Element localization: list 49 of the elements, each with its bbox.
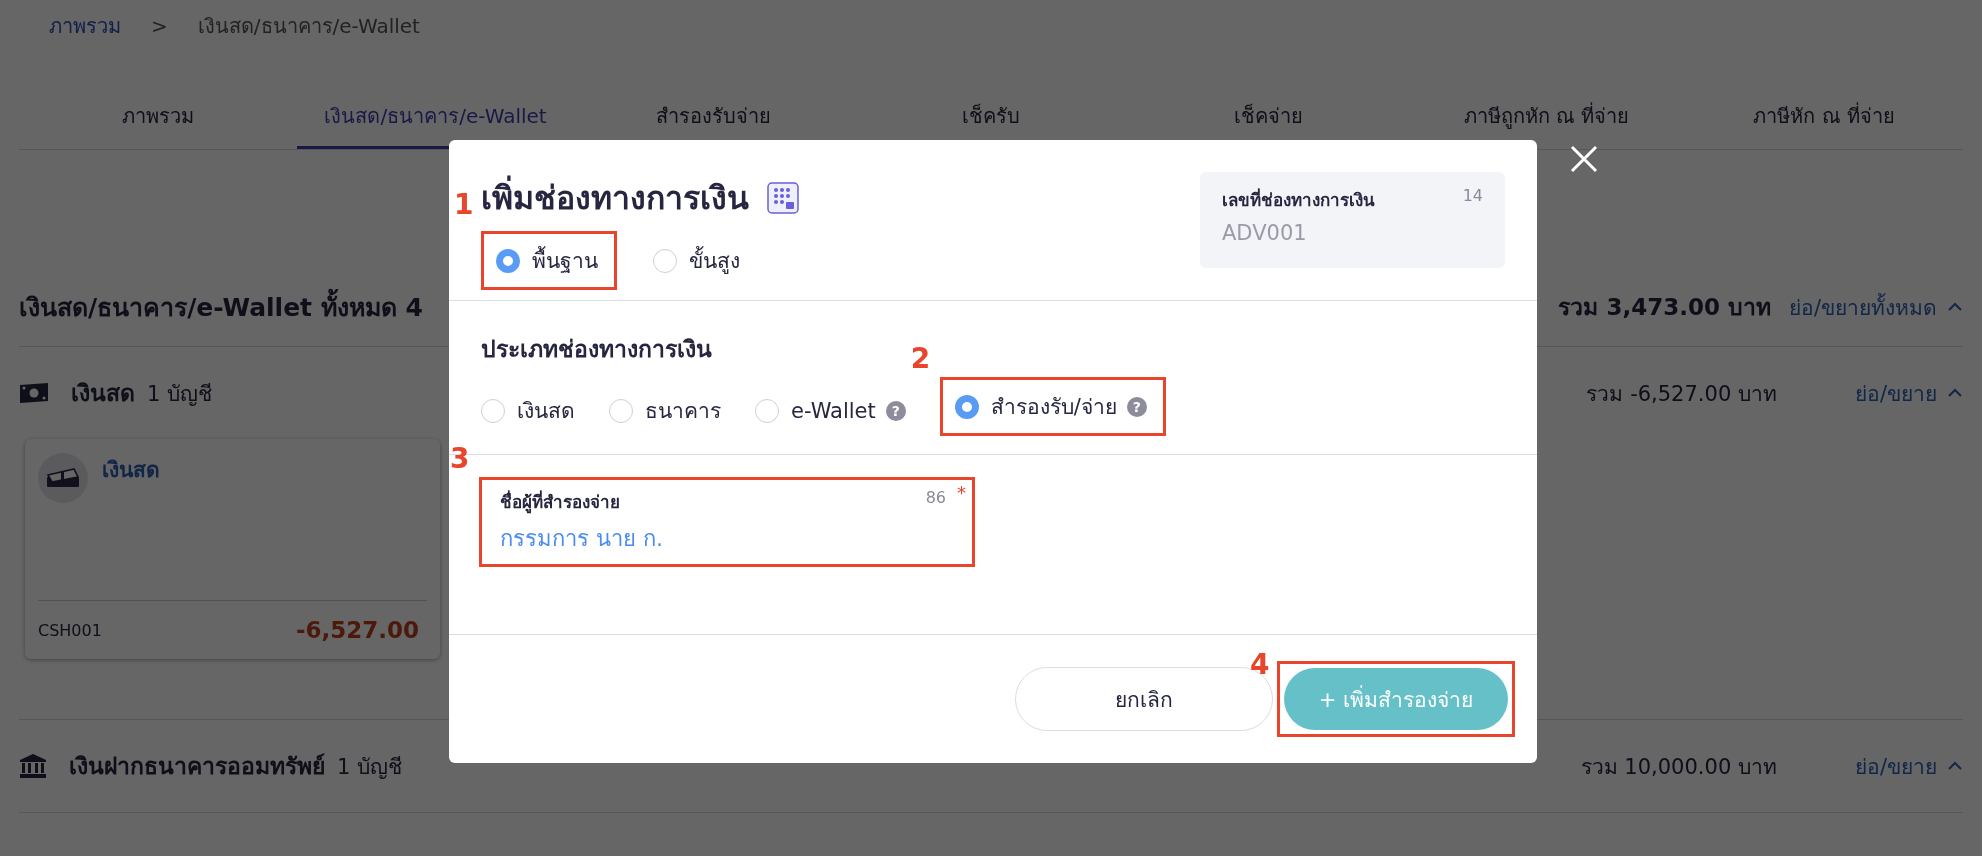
caret-icon (1947, 761, 1963, 771)
step-number: 2 (910, 342, 931, 375)
breadcrumb-link[interactable]: ภาพรวม (49, 10, 121, 42)
help-icon[interactable]: ? (1126, 396, 1147, 417)
tab[interactable]: ภาพรวม (19, 88, 297, 149)
character-count: 86 (925, 488, 946, 509)
breadcrumb-separator: > (151, 14, 168, 38)
step-number: 1 (454, 188, 474, 221)
dialog-title: เพิ่มช่องทางการเงิน (481, 172, 749, 223)
add-button[interactable]: + เพิ่มสำรองจ่าย (1284, 668, 1508, 730)
tab[interactable]: ภาษีหัก ณ ที่จ่าย (1685, 88, 1964, 149)
section-total: รวม 10,000.00 บาท (1580, 753, 1777, 781)
character-count: 14 (1462, 186, 1483, 207)
account-name: เงินสด (102, 457, 160, 484)
account-count: 1 บัญชี (337, 753, 403, 781)
radio-option[interactable]: เงินสด (481, 394, 575, 427)
toggle-link[interactable]: ย่อ/ขยาย (1854, 376, 1963, 410)
section-title: เงินฝากธนาคารออมทรัพย์ (69, 752, 325, 781)
breadcrumb-current: เงินสด/ธนาคาร/e-Wallet (197, 13, 420, 40)
radio-option[interactable]: e-Wallet (755, 398, 876, 423)
toggle-link[interactable]: ย่อ/ขยาย (1854, 749, 1963, 783)
bank-icon (19, 753, 47, 779)
keypad-lock-icon (767, 181, 799, 214)
id-value: ADV001 (1222, 221, 1308, 245)
step-number: 3 (450, 442, 470, 475)
section-title: เงินสด (71, 379, 135, 408)
help-icon[interactable]: ? (885, 400, 906, 421)
close-button[interactable] (1569, 144, 1599, 174)
caret-icon (1947, 388, 1963, 398)
required-mark: * (957, 482, 966, 503)
radio-option[interactable]: พื้นฐาน (496, 244, 598, 277)
section-total: รวม -6,527.00 บาท (1586, 380, 1777, 408)
account-count: 1 บัญชี (147, 380, 213, 408)
summary-title: เงินสด/ธนาคาร/e-Wallet ทั้งหมด 4 (19, 287, 423, 327)
summary-total: รวม 3,473.00 บาท (1558, 293, 1771, 322)
banknote-icon (19, 381, 49, 405)
input-field[interactable]: ชื่อผู้ที่สำรองจ่าย 86 กรรมการ นาย ก. (500, 488, 946, 556)
account-balance: -6,527.00 (295, 617, 419, 643)
field-label: ชื่อผู้ที่สำรองจ่าย (500, 489, 620, 515)
field-label: เลขที่ช่องทางการเงิน (1222, 187, 1375, 212)
radio-option[interactable]: ขั้นสูง (653, 244, 740, 277)
radio-option[interactable]: สำรองรับ/จ่าย (954, 390, 1117, 423)
caret-icon (1947, 302, 1963, 312)
cash-stack-icon (38, 453, 88, 503)
section-label: ประเภทช่องทางการเงิน (481, 335, 712, 364)
radio-option[interactable]: ธนาคาร (609, 394, 721, 427)
account-code: CSH001 (38, 620, 102, 640)
account-card[interactable]: เงินสด CSH001 -6,527.00 (25, 439, 440, 659)
toggle-link[interactable]: ย่อ/ขยายทั้งหมด (1788, 290, 1963, 324)
